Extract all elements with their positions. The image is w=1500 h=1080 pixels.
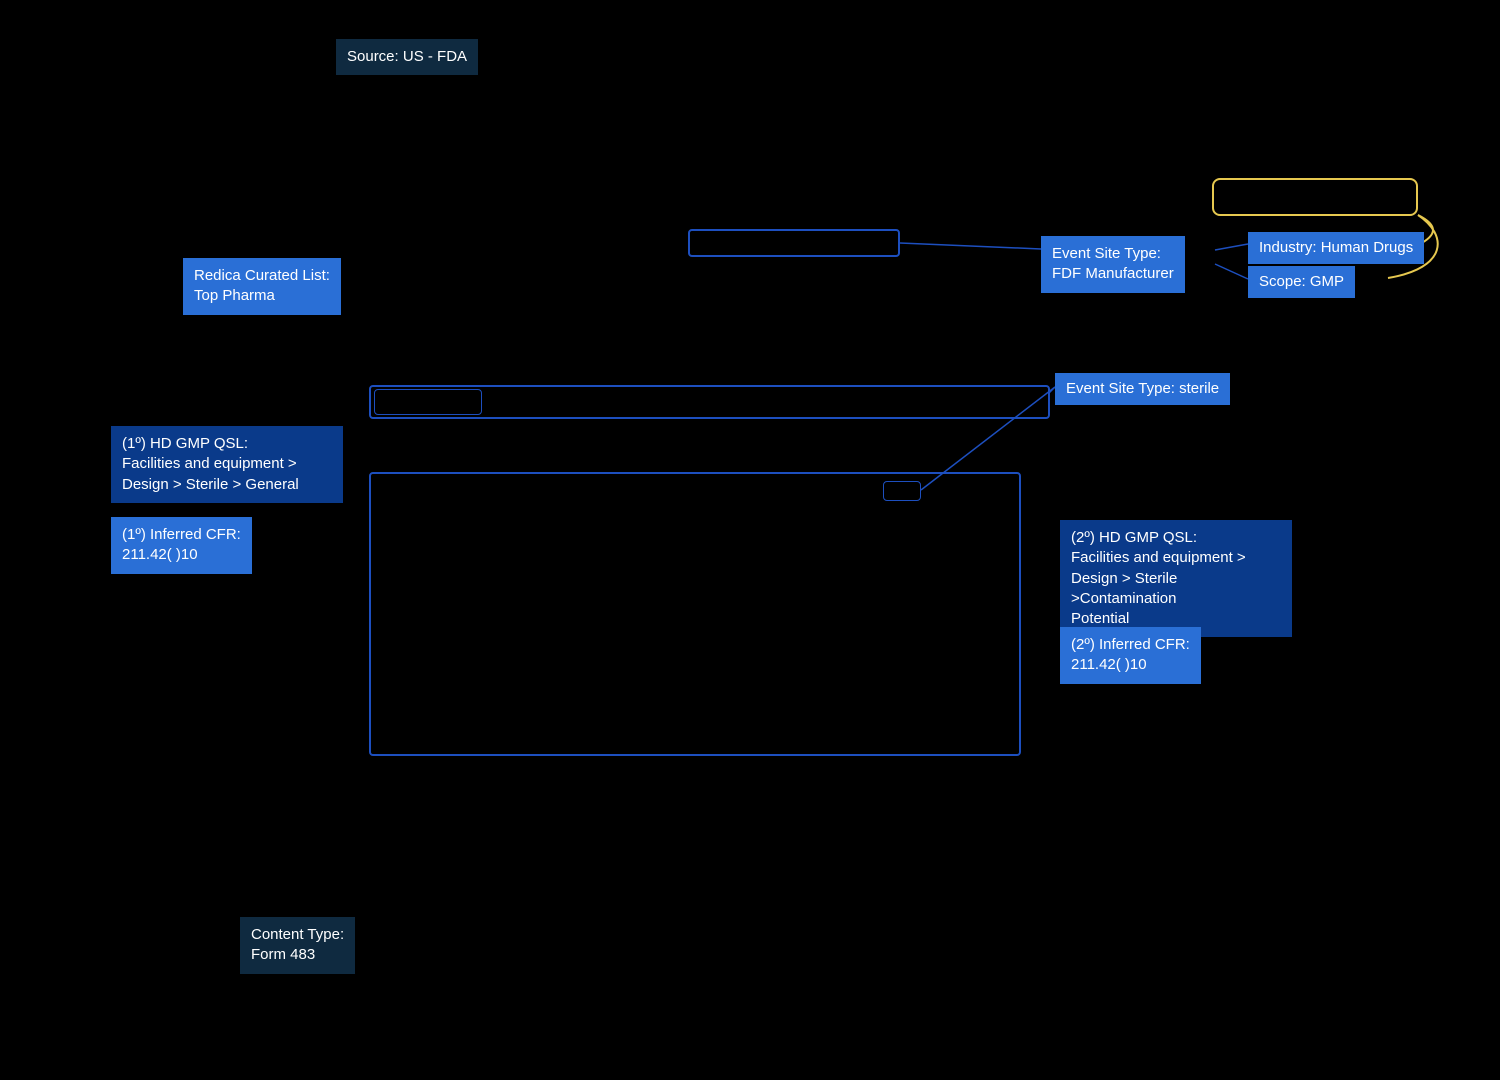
cfr-primary-tag: (1º) Inferred CFR:211.42( )10	[111, 517, 252, 574]
event-site-sterile-tag: Event Site Type: sterile	[1055, 373, 1230, 405]
hollow-top-box	[688, 229, 900, 257]
qsl-secondary-tag: (2º) HD GMP QSL:Facilities and equipment…	[1060, 520, 1292, 637]
hollow-inner-small	[883, 481, 921, 501]
hollow-big-box	[369, 472, 1021, 756]
cfr-secondary-tag: (2º) Inferred CFR:211.42( )10	[1060, 627, 1201, 684]
qsl-primary-tag: (1º) HD GMP QSL:Facilities and equipment…	[111, 426, 343, 503]
cfr-secondary-label: (2º) Inferred CFR:211.42( )10	[1071, 636, 1190, 673]
event-site-sterile-label: Event Site Type: sterile	[1066, 380, 1219, 397]
qsl-primary-label: (1º) HD GMP QSL:Facilities and equipment…	[122, 435, 299, 493]
industry-tag: Industry: Human Drugs	[1248, 232, 1424, 264]
source-tag: Source: US - FDA	[336, 39, 478, 75]
event-site-fdf-tag: Event Site Type:FDF Manufacturer	[1041, 236, 1185, 293]
content-type-label: Content Type:Form 483	[251, 926, 344, 963]
scope-label: Scope: GMP	[1259, 273, 1344, 290]
source-label: Source: US - FDA	[347, 48, 467, 65]
hollow-yellow-box	[1212, 178, 1418, 216]
redica-curated-tag: Redica Curated List:Top Pharma	[183, 258, 341, 315]
qsl-secondary-label: (2º) HD GMP QSL:Facilities and equipment…	[1071, 529, 1246, 627]
industry-label: Industry: Human Drugs	[1259, 239, 1413, 256]
scope-tag: Scope: GMP	[1248, 266, 1355, 298]
event-site-fdf-label: Event Site Type:FDF Manufacturer	[1052, 245, 1174, 282]
cfr-primary-label: (1º) Inferred CFR:211.42( )10	[122, 526, 241, 563]
hollow-inner-left	[374, 389, 482, 415]
content-type-tag: Content Type:Form 483	[240, 917, 355, 974]
redica-label: Redica Curated List:Top Pharma	[194, 267, 330, 304]
